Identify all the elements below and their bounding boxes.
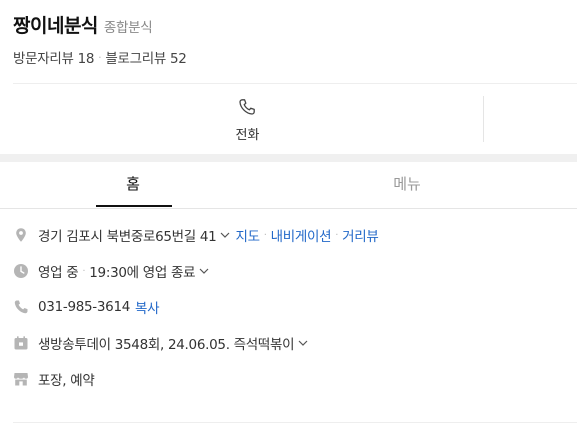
separator-dot: · <box>335 229 339 241</box>
separator-dot: · <box>98 50 102 64</box>
blog-review-link[interactable]: 블로그리뷰 52 <box>105 47 186 67</box>
chevron-down-icon[interactable] <box>297 337 309 349</box>
place-name: 짱이네분식 <box>13 15 98 37</box>
place-header: 짱이네분식 종합분식 방문자리뷰 18 · 블로그리뷰 52 <box>0 0 577 84</box>
review-row: 방문자리뷰 18 · 블로그리뷰 52 <box>13 47 187 68</box>
tv-calendar-icon <box>14 336 28 350</box>
separator-dot: · <box>82 265 86 277</box>
clock-icon <box>14 264 28 278</box>
tab-home-label: 홈 <box>126 175 140 193</box>
phone-content: 031-985-3614 복사 <box>38 297 160 317</box>
divider <box>13 422 577 423</box>
tv-info-text: 생방송투데이 3548회, 24.06.05. 즉석떡볶이 <box>38 337 295 353</box>
address-row: 경기 김포시 북변중로65번길 41 지도 · 내비게이션 · 거리뷰 <box>0 217 577 253</box>
location-pin-icon <box>16 228 26 242</box>
tab-menu-label: 메뉴 <box>393 175 421 193</box>
store-icon <box>14 373 28 386</box>
services-text: 포장, 예약 <box>38 373 95 389</box>
section-divider <box>0 154 577 162</box>
tab-bar: 홈 메뉴 <box>0 162 577 209</box>
services-content: 포장, 예약 <box>38 369 95 389</box>
navigation-link[interactable]: 내비게이션 <box>271 225 332 245</box>
place-category: 종합분식 <box>103 20 153 36</box>
hours-content: 영업 중 · 19:30에 영업 종료 <box>38 261 214 281</box>
phone-icon <box>239 99 255 115</box>
hours-detail: 19:30에 영업 종료 <box>89 265 196 281</box>
map-link[interactable]: 지도 <box>235 225 260 245</box>
tv-info-row: 생방송투데이 3548회, 24.06.05. 즉석떡볶이 <box>0 325 577 361</box>
tab-home[interactable]: 홈 <box>0 162 266 208</box>
call-label: 전화 <box>235 128 260 143</box>
active-tab-indicator <box>96 205 172 207</box>
address-content: 경기 김포시 북변중로65번길 41 지도 · 내비게이션 · 거리뷰 <box>38 225 379 245</box>
call-button[interactable]: 전화 <box>0 84 483 154</box>
hours-status: 영업 중 <box>38 265 79 281</box>
street-view-link[interactable]: 거리뷰 <box>342 225 379 245</box>
chevron-down-icon[interactable] <box>219 229 231 241</box>
chevron-down-icon[interactable] <box>198 265 210 277</box>
phone-number: 031-985-3614 <box>38 299 131 315</box>
visitor-review-link[interactable]: 방문자리뷰 18 <box>13 47 94 67</box>
action-separator <box>483 96 484 142</box>
action-bar: 전화 <box>0 84 577 154</box>
separator-dot: · <box>263 229 267 241</box>
address-text: 경기 김포시 북변중로65번길 41 <box>38 229 217 245</box>
hours-row: 영업 중 · 19:30에 영업 종료 <box>0 253 577 289</box>
copy-phone-button[interactable]: 복사 <box>135 297 160 317</box>
phone-row: 031-985-3614 복사 <box>0 289 577 325</box>
phone-icon <box>14 300 28 314</box>
tab-menu[interactable]: 메뉴 <box>266 162 548 208</box>
tv-info-content: 생방송투데이 3548회, 24.06.05. 즉석떡볶이 <box>38 333 313 353</box>
title-row: 짱이네분식 종합분식 <box>13 11 153 37</box>
services-row: 포장, 예약 <box>0 361 577 397</box>
